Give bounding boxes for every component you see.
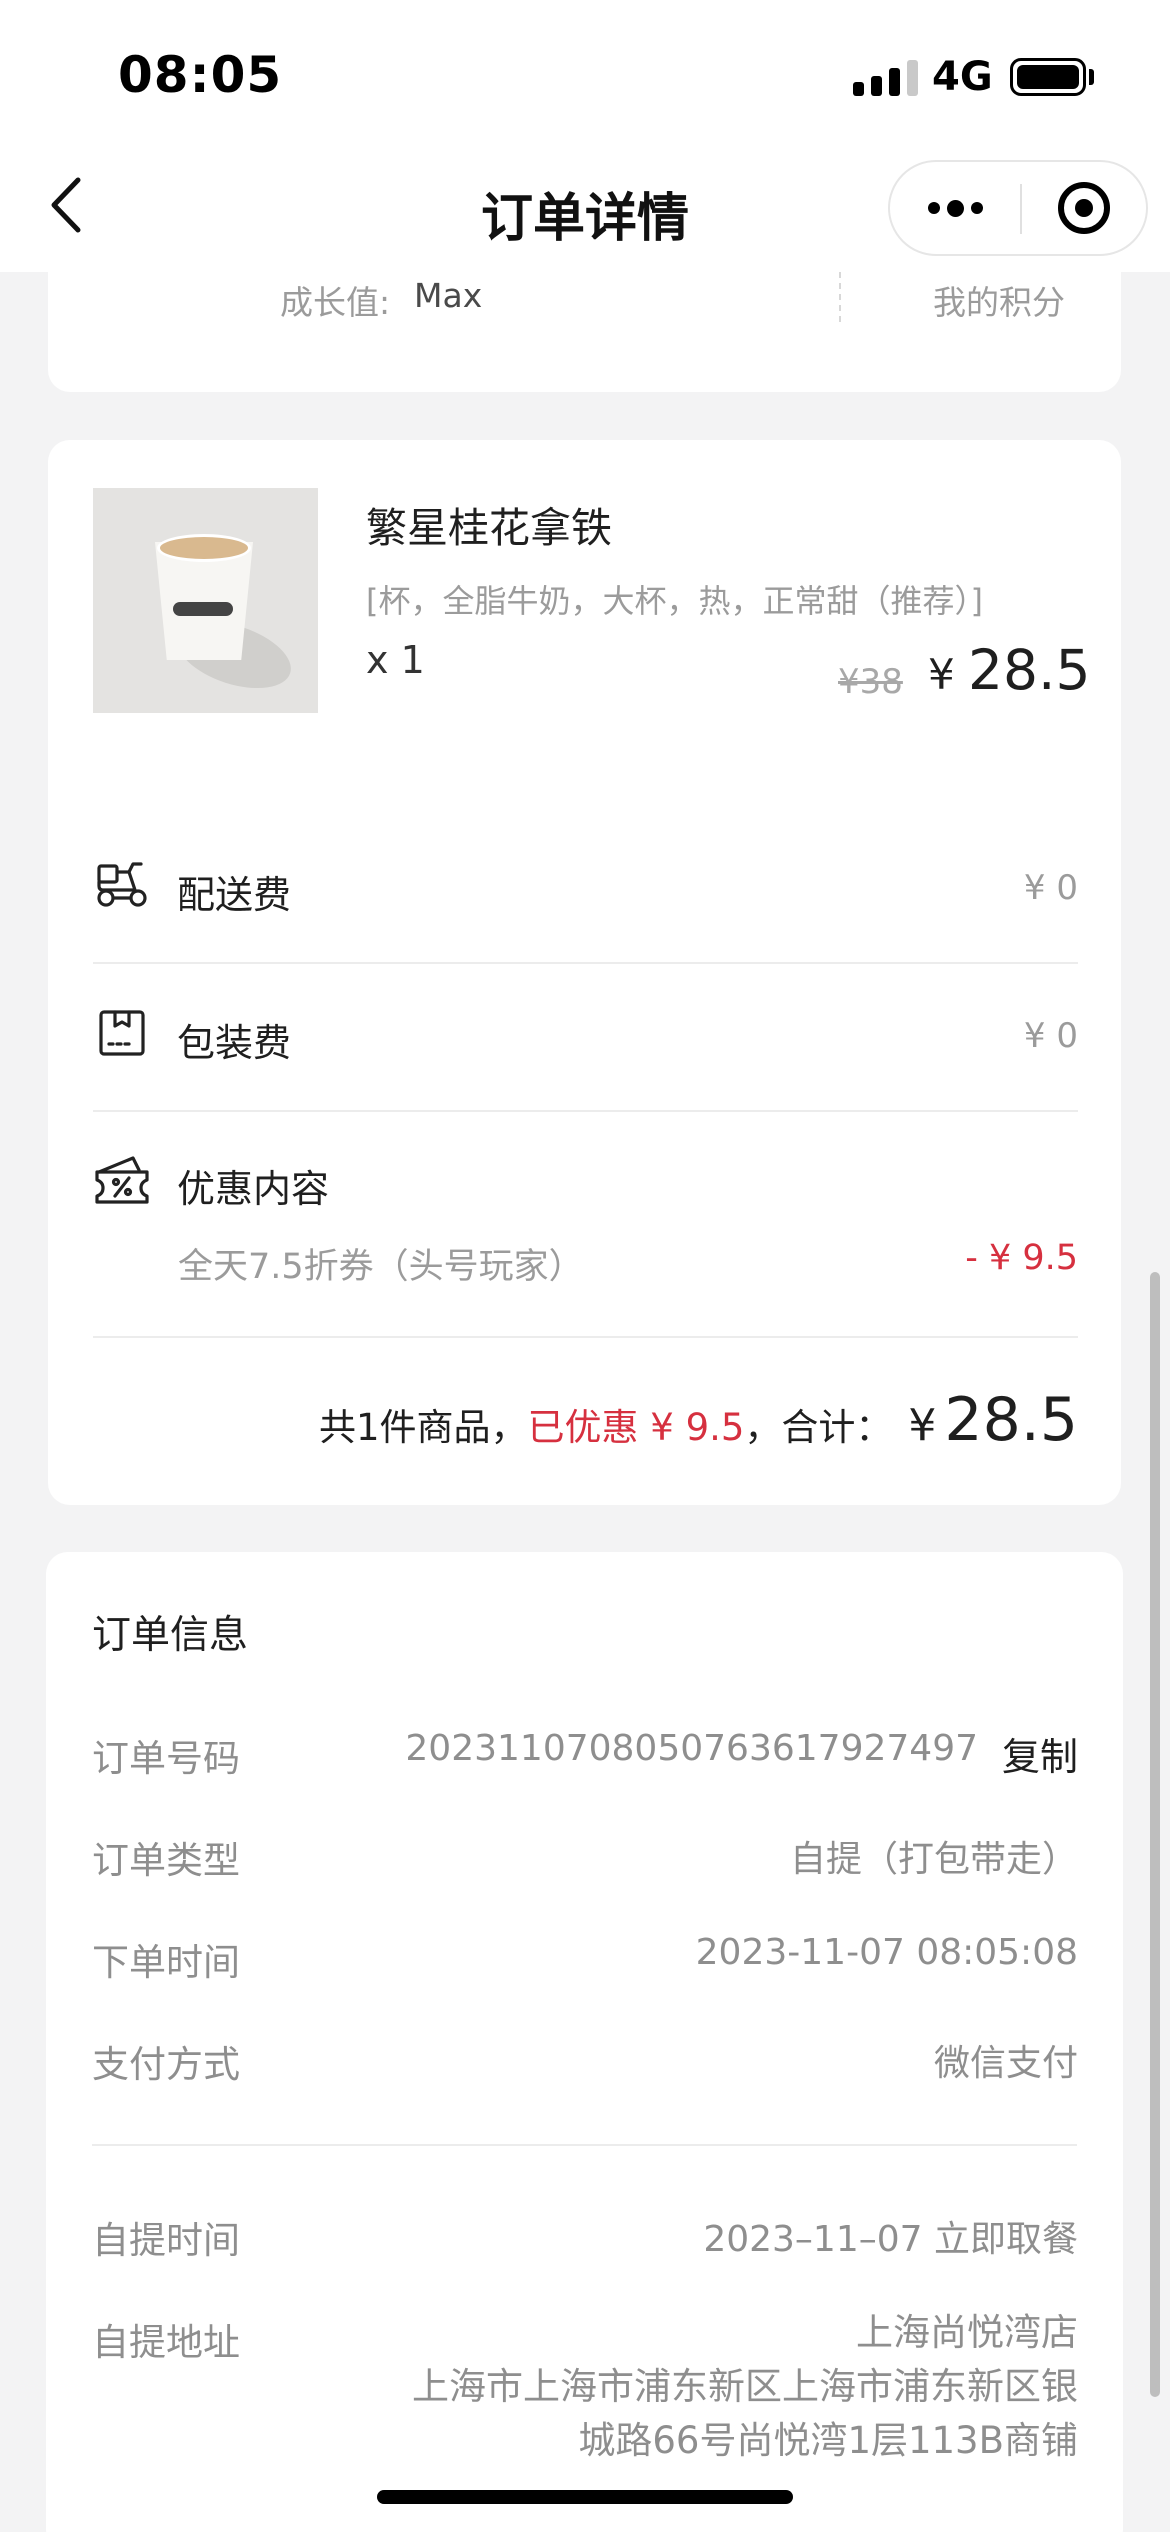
cup-logo <box>173 602 233 616</box>
divider <box>93 962 1078 964</box>
delivery-fee-label: 配送费 <box>177 873 292 917</box>
network-type: 4G <box>932 54 993 100</box>
order-number-label: 订单号码 <box>92 1737 240 1780</box>
signal-icon <box>853 60 918 96</box>
order-type-label: 订单类型 <box>92 1839 240 1882</box>
order-info-title: 订单信息 <box>92 1613 249 1658</box>
scooter-icon <box>97 862 147 907</box>
status-time: 08:05 <box>118 46 283 104</box>
current-price: 28.5 <box>968 638 1091 702</box>
original-price: ¥38 <box>838 662 903 702</box>
payment-label: 支付方式 <box>92 2043 240 2086</box>
delivery-fee-row: 配送费 ¥ 0 <box>93 858 1078 918</box>
copy-button[interactable]: 复制 <box>1002 1726 1078 1781</box>
discount-description: 全天7.5折券（头号玩家） <box>178 1247 584 1287</box>
divider <box>93 1336 1078 1338</box>
product-card: 繁星桂花拿铁 [杯，全脂牛奶，大杯，热，正常甜（推荐）] x 1 ¥38 ¥ 2… <box>48 440 1121 1505</box>
more-dot-icon <box>927 202 940 214</box>
order-time-label: 下单时间 <box>92 1941 240 1984</box>
item-count: 共1件商品， <box>318 1406 528 1449</box>
price-currency: ¥ <box>928 650 955 699</box>
order-number: 2023110708050763617927497 <box>405 1728 978 1769</box>
store-name: 上海尚悦湾店 <box>856 2311 1078 2354</box>
order-time: 2023-11-07 08:05:08 <box>695 1932 1078 1973</box>
product-quantity: x 1 <box>366 638 425 682</box>
saved-amount: 已优惠 ¥ 9.5 <box>527 1406 745 1449</box>
more-dot-icon <box>946 199 964 217</box>
order-type: 自提（打包带走） <box>789 1839 1078 1880</box>
home-indicator <box>377 2490 793 2504</box>
pickup-address-label: 自提地址 <box>92 2321 240 2364</box>
battery-tip <box>1089 69 1094 85</box>
packaging-fee-label: 包装费 <box>177 1021 292 1065</box>
discount-row: 优惠内容 <box>93 1152 1078 1212</box>
battery-icon <box>1010 58 1086 96</box>
payment-method: 微信支付 <box>933 2043 1078 2084</box>
close-mini-program-button[interactable] <box>1058 182 1110 234</box>
discount-value: - ¥ 9.5 <box>965 1238 1078 1278</box>
more-dot-icon <box>970 202 983 214</box>
divider <box>92 2144 1077 2146</box>
mini-program-capsule <box>888 160 1148 256</box>
pickup-time: 2023–11–07 立即取餐 <box>703 2219 1078 2260</box>
growth-value: Max <box>414 276 483 315</box>
member-divider <box>839 272 841 322</box>
my-points-link[interactable]: 我的积分 <box>933 276 1065 324</box>
order-info-card: 订单信息 订单号码 2023110708050763617927497 复制 订… <box>46 1552 1123 2532</box>
growth-label: 成长值: <box>280 283 391 322</box>
coupon-icon <box>95 1156 149 1204</box>
address-line: 城路66号尚悦湾1层113B商铺 <box>578 2419 1078 2462</box>
packaging-fee-value: ¥ 0 <box>1023 1016 1078 1056</box>
product-spec: [杯，全脂牛奶，大杯，热，正常甜（推荐）] <box>366 582 983 620</box>
package-icon <box>99 1010 145 1056</box>
discount-label: 优惠内容 <box>177 1167 330 1211</box>
coffee-top <box>157 534 251 562</box>
packaging-fee-row: 包装费 ¥ 0 <box>93 1006 1078 1066</box>
total-label: ，合计： <box>744 1406 893 1449</box>
total-currency: ¥ <box>908 1400 937 1451</box>
total-amount: 28.5 <box>944 1385 1078 1455</box>
divider <box>93 1110 1078 1112</box>
product-name: 繁星桂花拿铁 <box>366 504 612 552</box>
order-summary: 共1件商品， 已优惠 ¥ 9.5 ，合计： ¥ 28.5 <box>319 1385 1078 1455</box>
address-line: 上海市上海市浦东新区上海市浦东新区银 <box>412 2365 1078 2408</box>
pickup-address: 上海尚悦湾店 上海市上海市浦东新区上海市浦东新区银 城路66号尚悦湾1层113B… <box>412 2306 1078 2468</box>
capsule-divider <box>1020 184 1022 234</box>
target-icon <box>1075 199 1093 217</box>
scrollbar[interactable] <box>1150 1272 1160 2397</box>
delivery-fee-value: ¥ 0 <box>1023 868 1078 908</box>
top-bar: 08:05 4G 订单详情 <box>0 0 1170 272</box>
pickup-time-label: 自提时间 <box>92 2219 240 2262</box>
product-image <box>93 488 318 713</box>
more-button[interactable] <box>890 162 1020 254</box>
